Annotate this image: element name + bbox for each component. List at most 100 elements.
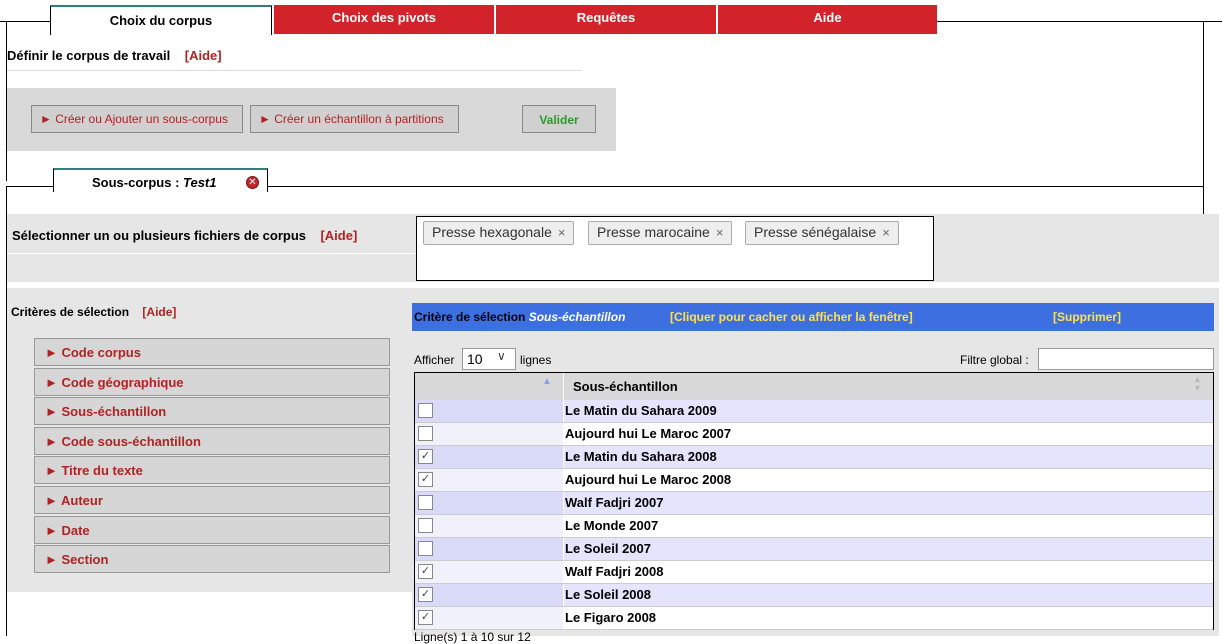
row-checkbox[interactable] xyxy=(418,403,433,418)
row-label: Walf Fadjri 2007 xyxy=(565,495,664,510)
criterion-code-geographique[interactable]: ► Code géographique xyxy=(34,368,390,396)
criterion-auteur[interactable]: ► Auteur xyxy=(34,486,390,514)
checkbox-cell: ✓ xyxy=(415,607,563,629)
criterion-date[interactable]: ► Date xyxy=(34,516,390,544)
chip-label: Presse hexagonale xyxy=(432,224,552,240)
table-row[interactable]: Aujourd hui Le Maroc 2007 xyxy=(415,423,1213,446)
table-row[interactable]: ✓ Le Soleil 2008 xyxy=(415,584,1213,607)
chip-presse-hexagonale: Presse hexagonale × xyxy=(423,221,575,245)
subtab-prefix: Sous-corpus : xyxy=(92,175,184,190)
panel-border xyxy=(1203,21,1204,215)
file-selection-text: Sélectionner un ou plusieurs fichiers de… xyxy=(12,228,307,243)
close-icon[interactable]: ✕ xyxy=(246,176,259,189)
table-row[interactable]: Le Monde 2007 xyxy=(415,515,1213,538)
aide-link[interactable]: [Aide] xyxy=(320,228,357,243)
subtab-name: Test1 xyxy=(183,175,217,190)
table-row[interactable]: ✓ Walf Fadjri 2008 xyxy=(415,561,1213,584)
page-title-text: Définir le corpus de travail xyxy=(7,48,171,63)
toggle-window-link[interactable]: [Cliquer pour cacher ou afficher la fenê… xyxy=(670,310,913,324)
tab-bar-line xyxy=(937,21,1222,22)
chip-presse-marocaine: Presse marocaine × xyxy=(588,221,733,245)
tab-choix-du-corpus[interactable]: Choix du corpus xyxy=(50,5,272,35)
checkbox-cell xyxy=(415,400,563,422)
aide-link[interactable]: [Aide] xyxy=(185,48,222,63)
checkbox-cell xyxy=(415,538,563,560)
row-checkbox[interactable] xyxy=(418,495,433,510)
chip-label: Presse marocaine xyxy=(597,224,710,240)
remove-chip-icon[interactable]: × xyxy=(716,225,724,240)
row-checkbox[interactable]: ✓ xyxy=(418,564,433,579)
sort-asc-icon: ▲ xyxy=(542,376,552,387)
create-subcorpus-button[interactable]: ► Créer ou Ajouter un sous-corpus xyxy=(31,105,243,133)
chip-presse-senegalaise: Presse sénégalaise × xyxy=(745,221,899,245)
label-cell xyxy=(563,584,1213,606)
subtab-line xyxy=(7,186,53,187)
create-sample-button[interactable]: ► Créer un échantillon à partitions xyxy=(250,105,459,133)
tab-requetes[interactable]: Requêtes xyxy=(496,5,716,34)
checkbox-column-header[interactable] xyxy=(415,373,563,400)
criterion-title: Critère de sélection Sous-échantillon xyxy=(414,310,625,324)
page-title: Définir le corpus de travail [Aide] xyxy=(7,48,222,63)
sort-icon: ▲ ▼ xyxy=(1193,374,1202,393)
row-label: Le Soleil 2007 xyxy=(565,541,651,556)
checkbox-cell xyxy=(415,423,563,445)
table-row[interactable]: Le Soleil 2007 xyxy=(415,538,1213,561)
chip-label: Presse sénégalaise xyxy=(754,224,877,240)
row-label: Le Matin du Sahara 2009 xyxy=(565,403,717,418)
row-label: Aujourd hui Le Maroc 2007 xyxy=(565,426,732,441)
row-label: Walf Fadjri 2008 xyxy=(565,564,664,579)
criterion-title-prefix: Critère de sélection xyxy=(414,310,529,324)
show-label: Afficher xyxy=(414,353,455,367)
row-label: Le Monde 2007 xyxy=(565,518,659,533)
row-checkbox[interactable]: ✓ xyxy=(418,472,433,487)
delete-link[interactable]: [Supprimer] xyxy=(1053,310,1121,324)
table-row[interactable]: Le Matin du Sahara 2009 xyxy=(415,400,1213,423)
tab-choix-des-pivots[interactable]: Choix des pivots xyxy=(274,5,494,34)
remove-chip-icon[interactable]: × xyxy=(558,225,566,240)
checkbox-cell: ✓ xyxy=(415,469,563,491)
global-filter-label: Filtre global : xyxy=(960,353,1029,367)
file-selection-label: Sélectionner un ou plusieurs fichiers de… xyxy=(12,228,357,243)
criterion-code-corpus[interactable]: ► Code corpus xyxy=(34,338,390,366)
subtab-line xyxy=(268,186,1203,187)
aide-link[interactable]: [Aide] xyxy=(142,305,176,319)
lines-label: lignes xyxy=(520,353,552,367)
table-row[interactable]: Walf Fadjri 2007 xyxy=(415,492,1213,515)
row-checkbox[interactable] xyxy=(418,426,433,441)
row-checkbox[interactable]: ✓ xyxy=(418,587,433,602)
divider xyxy=(7,70,582,71)
row-checkbox[interactable]: ✓ xyxy=(418,610,433,625)
label-cell xyxy=(563,515,1213,537)
checkbox-cell xyxy=(415,492,563,514)
criteria-label: Critères de sélection [Aide] xyxy=(11,305,176,319)
row-label: Le Matin du Sahara 2008 xyxy=(565,449,717,464)
remove-chip-icon[interactable]: × xyxy=(882,225,890,240)
row-checkbox[interactable] xyxy=(418,518,433,533)
row-label: Le Soleil 2008 xyxy=(565,587,651,602)
chevron-down-icon: ∨ xyxy=(497,349,506,363)
validate-button[interactable]: Valider xyxy=(522,105,596,133)
pagination-info: Ligne(s) 1 à 10 sur 12 xyxy=(414,630,531,644)
table-row[interactable]: ✓ Aujourd hui Le Maroc 2008 xyxy=(415,469,1213,492)
rows-per-page-select[interactable]: 10 xyxy=(462,348,516,370)
criterion-section[interactable]: ► Section xyxy=(34,545,390,573)
tab-bar-line xyxy=(0,21,50,22)
row-checkbox[interactable] xyxy=(418,541,433,556)
tab-sous-corpus[interactable]: Sous-corpus : Test1 xyxy=(53,168,268,192)
global-filter-input[interactable] xyxy=(1038,348,1214,370)
criterion-code-sous-echantillon[interactable]: ► Code sous-échantillon xyxy=(34,427,390,455)
row-divider xyxy=(415,629,1213,630)
column-header-label: Sous-échantillon xyxy=(573,379,678,394)
checkbox-cell: ✓ xyxy=(415,446,563,468)
checkbox-cell: ✓ xyxy=(415,584,563,606)
row-label: Le Figaro 2008 xyxy=(565,610,657,625)
criterion-sous-echantillon[interactable]: ► Sous-échantillon xyxy=(34,397,390,425)
divider xyxy=(7,253,415,254)
criterion-titre-du-texte[interactable]: ► Titre du texte xyxy=(34,456,390,484)
row-checkbox[interactable]: ✓ xyxy=(418,449,433,464)
table-row[interactable]: ✓ Le Figaro 2008 xyxy=(415,607,1213,630)
criterion-title-name: Sous-échantillon xyxy=(528,310,626,324)
table-row[interactable]: ✓ Le Matin du Sahara 2008 xyxy=(415,446,1213,469)
label-cell xyxy=(563,607,1213,629)
tab-aide[interactable]: Aide xyxy=(718,5,937,34)
